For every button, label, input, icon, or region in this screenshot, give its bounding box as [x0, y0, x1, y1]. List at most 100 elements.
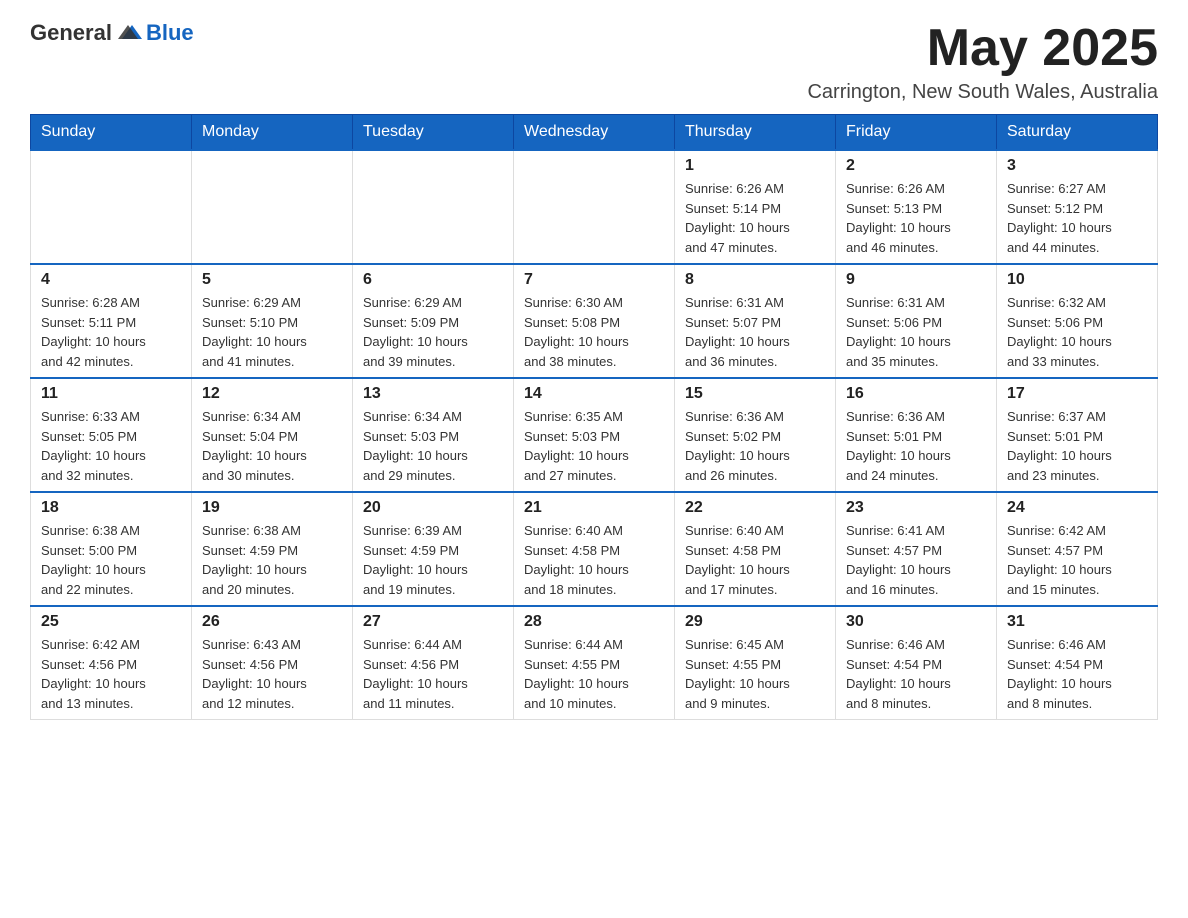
day-cell: 9Sunrise: 6:31 AMSunset: 5:06 PMDaylight… — [836, 264, 997, 378]
day-cell: 2 Sunrise: 6:26 AMSunset: 5:13 PMDaylight… — [836, 150, 997, 264]
day-number: 15 — [685, 385, 825, 403]
day-cell: 23Sunrise: 6:41 AMSunset: 4:57 PMDayligh… — [836, 492, 997, 606]
day-number: 2 — [846, 157, 986, 175]
day-info: Sunrise: 6:31 AMSunset: 5:07 PMDaylight:… — [685, 293, 825, 371]
day-cell: 5Sunrise: 6:29 AMSunset: 5:10 PMDaylight… — [192, 264, 353, 378]
day-info: Sunrise: 6:44 AMSunset: 4:55 PMDaylight:… — [524, 635, 664, 713]
day-cell: 7Sunrise: 6:30 AMSunset: 5:08 PMDaylight… — [514, 264, 675, 378]
day-cell: 1Sunrise: 6:26 AMSunset: 5:14 PMDaylight… — [675, 150, 836, 264]
col-header-sunday: Sunday — [31, 115, 192, 151]
day-info: Sunrise: 6:39 AMSunset: 4:59 PMDaylight:… — [363, 521, 503, 599]
day-number: 21 — [524, 499, 664, 517]
title-section: May 2025 Carrington, New South Wales, Au… — [807, 20, 1158, 104]
day-cell: 22 Sunrise: 6:40 AMSunset: 4:58 PMDayligh… — [675, 492, 836, 606]
day-number: 26 — [202, 613, 342, 631]
day-info: Sunrise: 6:34 AMSunset: 5:04 PMDaylight:… — [202, 407, 342, 485]
day-info: Sunrise: 6:28 AMSunset: 5:11 PMDaylight:… — [41, 293, 181, 371]
day-number: 6 — [363, 271, 503, 289]
day-info: Sunrise: 6:35 AMSunset: 5:03 PMDaylight:… — [524, 407, 664, 485]
col-header-wednesday: Wednesday — [514, 115, 675, 151]
location-text: Carrington, New South Wales, Australia — [807, 81, 1158, 104]
day-cell: 3Sunrise: 6:27 AMSunset: 5:12 PMDaylight… — [997, 150, 1158, 264]
day-info: Sunrise: 6:45 AMSunset: 4:55 PMDaylight:… — [685, 635, 825, 713]
day-info: Sunrise: 6:38 AMSunset: 4:59 PMDaylight:… — [202, 521, 342, 599]
day-cell: 25Sunrise: 6:42 AMSunset: 4:56 PMDayligh… — [31, 606, 192, 720]
day-info: Sunrise: 6:32 AMSunset: 5:06 PMDaylight:… — [1007, 293, 1147, 371]
month-title: May 2025 — [807, 20, 1158, 77]
day-cell: 30 Sunrise: 6:46 AMSunset: 4:54 PMDayligh… — [836, 606, 997, 720]
day-info: Sunrise: 6:36 AMSunset: 5:01 PMDaylight:… — [846, 407, 986, 485]
day-number: 18 — [41, 499, 181, 517]
day-cell: 11Sunrise: 6:33 AMSunset: 5:05 PMDayligh… — [31, 378, 192, 492]
day-number: 14 — [524, 385, 664, 403]
day-number: 29 — [685, 613, 825, 631]
col-header-thursday: Thursday — [675, 115, 836, 151]
week-row-2: 4 Sunrise: 6:28 AMSunset: 5:11 PMDaylight… — [31, 264, 1158, 378]
day-info: Sunrise: 6:46 AMSunset: 4:54 PMDaylight:… — [1007, 635, 1147, 713]
day-info: Sunrise: 6:26 AMSunset: 5:13 PMDaylight:… — [846, 179, 986, 257]
day-number: 22 — [685, 499, 825, 517]
col-header-saturday: Saturday — [997, 115, 1158, 151]
day-cell: 24 Sunrise: 6:42 AMSunset: 4:57 PMDayligh… — [997, 492, 1158, 606]
day-info: Sunrise: 6:30 AMSunset: 5:08 PMDaylight:… — [524, 293, 664, 371]
day-cell: 10 Sunrise: 6:32 AMSunset: 5:06 PMDayligh… — [997, 264, 1158, 378]
day-info: Sunrise: 6:34 AMSunset: 5:03 PMDaylight:… — [363, 407, 503, 485]
day-cell: 15 Sunrise: 6:36 AMSunset: 5:02 PMDayligh… — [675, 378, 836, 492]
day-info: Sunrise: 6:33 AMSunset: 5:05 PMDaylight:… — [41, 407, 181, 485]
day-number: 19 — [202, 499, 342, 517]
week-row-5: 25Sunrise: 6:42 AMSunset: 4:56 PMDayligh… — [31, 606, 1158, 720]
day-number: 31 — [1007, 613, 1147, 631]
day-cell: 6 Sunrise: 6:29 AMSunset: 5:09 PMDaylight… — [353, 264, 514, 378]
col-header-tuesday: Tuesday — [353, 115, 514, 151]
day-info: Sunrise: 6:31 AMSunset: 5:06 PMDaylight:… — [846, 293, 986, 371]
day-info: Sunrise: 6:27 AMSunset: 5:12 PMDaylight:… — [1007, 179, 1147, 257]
col-header-friday: Friday — [836, 115, 997, 151]
day-number: 4 — [41, 271, 181, 289]
day-number: 28 — [524, 613, 664, 631]
day-info: Sunrise: 6:40 AMSunset: 4:58 PMDaylight:… — [524, 521, 664, 599]
day-cell: 31 Sunrise: 6:46 AMSunset: 4:54 PMDayligh… — [997, 606, 1158, 720]
day-info: Sunrise: 6:44 AMSunset: 4:56 PMDaylight:… — [363, 635, 503, 713]
day-info: Sunrise: 6:43 AMSunset: 4:56 PMDaylight:… — [202, 635, 342, 713]
day-info: Sunrise: 6:41 AMSunset: 4:57 PMDaylight:… — [846, 521, 986, 599]
calendar-table: SundayMondayTuesdayWednesdayThursdayFrid… — [30, 114, 1158, 720]
day-cell: 14 Sunrise: 6:35 AMSunset: 5:03 PMDayligh… — [514, 378, 675, 492]
day-number: 30 — [846, 613, 986, 631]
day-number: 12 — [202, 385, 342, 403]
day-info: Sunrise: 6:46 AMSunset: 4:54 PMDaylight:… — [846, 635, 986, 713]
logo-icon — [118, 21, 142, 45]
day-info: Sunrise: 6:26 AMSunset: 5:14 PMDaylight:… — [685, 179, 825, 257]
day-info: Sunrise: 6:29 AMSunset: 5:09 PMDaylight:… — [363, 293, 503, 371]
day-cell: 18Sunrise: 6:38 AMSunset: 5:00 PMDayligh… — [31, 492, 192, 606]
page-header: General Blue May 2025 Carrington, New So… — [30, 20, 1158, 104]
day-number: 17 — [1007, 385, 1147, 403]
day-info: Sunrise: 6:40 AMSunset: 4:58 PMDaylight:… — [685, 521, 825, 599]
day-cell: 29 Sunrise: 6:45 AMSunset: 4:55 PMDayligh… — [675, 606, 836, 720]
day-cell: 12 Sunrise: 6:34 AMSunset: 5:04 PMDayligh… — [192, 378, 353, 492]
day-info: Sunrise: 6:29 AMSunset: 5:10 PMDaylight:… — [202, 293, 342, 371]
day-number: 24 — [1007, 499, 1147, 517]
day-info: Sunrise: 6:37 AMSunset: 5:01 PMDaylight:… — [1007, 407, 1147, 485]
logo-text-blue: Blue — [146, 20, 194, 46]
logo-text-general: General — [30, 20, 112, 46]
day-cell: 4 Sunrise: 6:28 AMSunset: 5:11 PMDaylight… — [31, 264, 192, 378]
day-cell — [192, 150, 353, 264]
day-cell: 27Sunrise: 6:44 AMSunset: 4:56 PMDayligh… — [353, 606, 514, 720]
day-cell — [31, 150, 192, 264]
day-number: 8 — [685, 271, 825, 289]
day-cell: 21 Sunrise: 6:40 AMSunset: 4:58 PMDayligh… — [514, 492, 675, 606]
day-cell — [514, 150, 675, 264]
week-row-3: 11Sunrise: 6:33 AMSunset: 5:05 PMDayligh… — [31, 378, 1158, 492]
day-number: 13 — [363, 385, 503, 403]
week-row-1: 1Sunrise: 6:26 AMSunset: 5:14 PMDaylight… — [31, 150, 1158, 264]
day-cell: 26 Sunrise: 6:43 AMSunset: 4:56 PMDayligh… — [192, 606, 353, 720]
day-cell: 13 Sunrise: 6:34 AMSunset: 5:03 PMDayligh… — [353, 378, 514, 492]
day-info: Sunrise: 6:42 AMSunset: 4:57 PMDaylight:… — [1007, 521, 1147, 599]
day-cell: 16Sunrise: 6:36 AMSunset: 5:01 PMDayligh… — [836, 378, 997, 492]
day-number: 20 — [363, 499, 503, 517]
day-cell: 28 Sunrise: 6:44 AMSunset: 4:55 PMDayligh… — [514, 606, 675, 720]
day-cell — [353, 150, 514, 264]
day-number: 10 — [1007, 271, 1147, 289]
day-cell: 19 Sunrise: 6:38 AMSunset: 4:59 PMDayligh… — [192, 492, 353, 606]
day-info: Sunrise: 6:36 AMSunset: 5:02 PMDaylight:… — [685, 407, 825, 485]
